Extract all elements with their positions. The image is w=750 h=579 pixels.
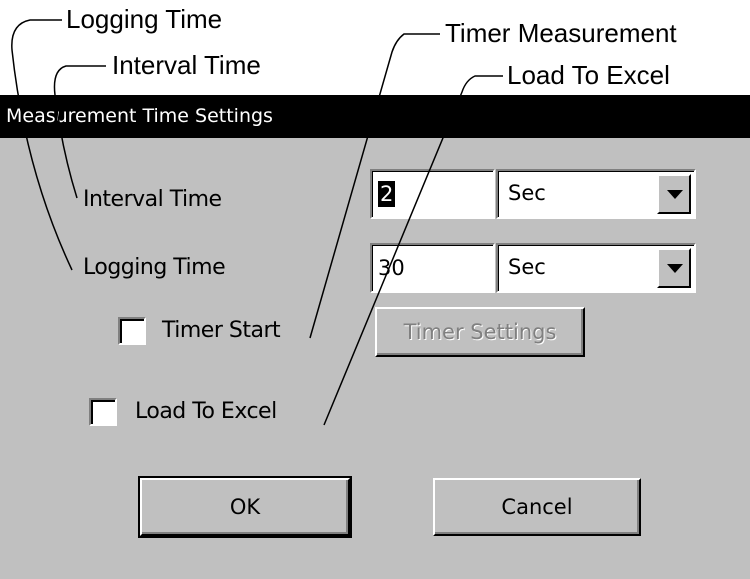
- callout-timer-measurement: Timer Measurement: [445, 18, 677, 48]
- chevron-down-icon: [667, 190, 683, 199]
- measurement-time-settings-dialog: Measurement Time Settings Interval Time …: [0, 95, 750, 579]
- chevron-down-icon: [667, 264, 683, 273]
- logging-unit-select[interactable]: Sec: [496, 243, 696, 293]
- interval-time-input[interactable]: 2: [370, 169, 495, 219]
- interval-unit-dropdown-button[interactable]: [657, 174, 691, 214]
- load-to-excel-checkbox[interactable]: [89, 398, 117, 426]
- timer-start-label: Timer Start: [162, 318, 281, 343]
- timer-settings-button[interactable]: Timer Settings: [375, 307, 585, 357]
- logging-unit-value: Sec: [508, 255, 546, 279]
- load-to-excel-label: Load To Excel: [135, 399, 277, 424]
- interval-time-value: 2: [378, 181, 396, 207]
- callout-load-to-excel: Load To Excel: [507, 60, 670, 90]
- interval-unit-value: Sec: [508, 181, 546, 205]
- timer-start-checkbox[interactable]: [118, 317, 146, 345]
- callout-logging-time: Logging Time: [66, 4, 223, 34]
- interval-unit-select[interactable]: Sec: [496, 169, 696, 219]
- dialog-title: Measurement Time Settings: [0, 95, 750, 138]
- interval-time-label: Interval Time: [83, 187, 222, 212]
- logging-time-value: 30: [378, 256, 405, 280]
- logging-time-input[interactable]: 30: [370, 243, 495, 293]
- callout-interval-time: Interval Time: [112, 50, 261, 80]
- cancel-button[interactable]: Cancel: [433, 478, 641, 536]
- ok-button[interactable]: OK: [138, 476, 352, 538]
- logging-time-label: Logging Time: [83, 255, 226, 280]
- logging-unit-dropdown-button[interactable]: [657, 248, 691, 288]
